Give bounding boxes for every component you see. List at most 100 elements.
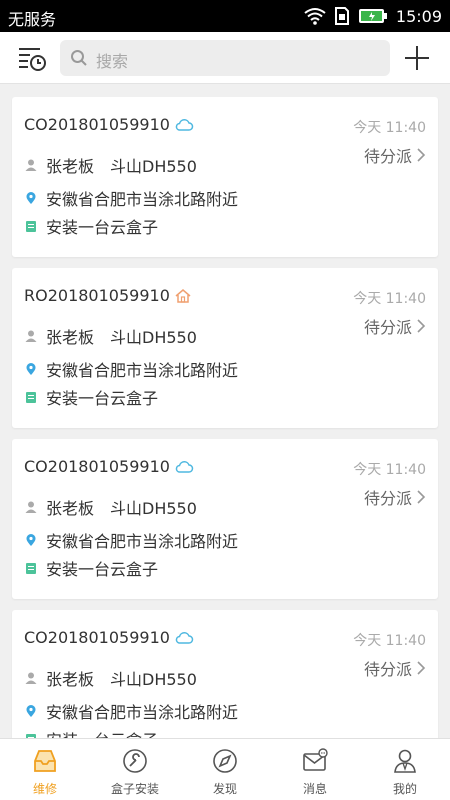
address-text: 安徽省合肥市当涂北路附近	[46, 190, 239, 209]
machine-model: 斗山DH550	[110, 157, 197, 176]
task-text: 安装一台云盒子	[46, 727, 158, 738]
tab-box-install[interactable]: 盒子安装	[90, 739, 180, 800]
repair-tray-icon	[34, 750, 56, 772]
note-icon	[26, 221, 36, 232]
person-icon	[25, 672, 37, 684]
note-icon	[26, 563, 36, 574]
list-clock-icon	[19, 48, 46, 71]
order-time: 今天 11:40	[353, 291, 426, 307]
order-status[interactable]: 待分派	[364, 143, 426, 167]
order-code-row: CO201801059910	[24, 115, 194, 134]
order-status[interactable]: 待分派	[364, 656, 426, 680]
machine-model: 斗山DH550	[110, 328, 197, 347]
tab-label: 维修	[32, 782, 57, 796]
task-text: 安装一台云盒子	[46, 560, 159, 579]
top-bar: 搜索	[0, 32, 450, 84]
order-code: CO201801059910	[24, 628, 170, 647]
person-icon	[25, 159, 37, 171]
order-card[interactable]: CO201801059910 今天 11:40 待分派 张老板 斗山DH550 …	[12, 439, 438, 599]
order-time: 今天 11:40	[353, 120, 426, 136]
address-row: 安徽省合肥市当涂北路附近	[24, 699, 238, 723]
search-placeholder: 搜索	[96, 52, 129, 71]
address-text: 安徽省合肥市当涂北路附近	[46, 532, 239, 551]
order-card[interactable]: CO201801059910 今天 11:40 待分派 张老板 斗山DH550 …	[12, 610, 438, 738]
clock-time: 15:09	[395, 6, 442, 26]
history-button[interactable]	[16, 42, 48, 74]
message-icon	[303, 748, 328, 771]
order-card[interactable]: CO201801059910 今天 11:40 待分派 张老板 斗山DH550 …	[12, 97, 438, 257]
address-row: 安徽省合肥市当涂北路附近	[24, 357, 238, 381]
task-row: 安装一台云盒子	[24, 385, 158, 409]
order-status[interactable]: 待分派	[364, 485, 426, 509]
person-icon	[25, 501, 37, 513]
chevron-right-icon	[417, 148, 426, 162]
tab-mine[interactable]: 我的	[360, 739, 450, 800]
search-icon	[71, 50, 87, 66]
order-status[interactable]: 待分派	[364, 314, 426, 338]
task-text: 安装一台云盒子	[46, 389, 159, 408]
tab-label: 发现	[212, 782, 237, 796]
sim-card-icon	[334, 7, 349, 25]
task-text: 安装一台云盒子	[46, 218, 159, 237]
status-icons: 15:09	[304, 6, 442, 26]
address-text: 安徽省合肥市当涂北路附近	[46, 361, 239, 380]
order-time: 今天 11:40	[353, 462, 426, 478]
address-row: 安徽省合肥市当涂北路附近	[24, 528, 238, 552]
customer-name: 张老板	[46, 670, 95, 689]
tab-label: 盒子安装	[110, 782, 159, 796]
tab-repair[interactable]: 维修	[0, 739, 90, 800]
order-status-label: 待分派	[363, 147, 412, 166]
order-code-row: RO201801059910	[24, 286, 192, 305]
address-text: 安徽省合肥市当涂北路附近	[46, 703, 239, 722]
search-input[interactable]: 搜索	[60, 40, 390, 76]
order-code-row: CO201801059910	[24, 628, 194, 647]
tab-discover[interactable]: 发现	[180, 739, 270, 800]
location-pin-icon	[26, 705, 36, 717]
plus-icon	[405, 46, 429, 70]
order-code: CO201801059910	[24, 115, 170, 134]
tab-messages[interactable]: 消息	[270, 739, 360, 800]
cloud-icon	[175, 118, 194, 131]
order-list[interactable]: CO201801059910 今天 11:40 待分派 张老板 斗山DH550 …	[0, 84, 450, 738]
chevron-right-icon	[417, 661, 426, 675]
add-button[interactable]	[402, 43, 432, 73]
customer-name: 张老板	[46, 328, 95, 347]
customer-row: 张老板 斗山DH550	[24, 495, 197, 519]
tab-label: 消息	[302, 782, 327, 796]
wrench-icon	[123, 749, 147, 773]
location-pin-icon	[26, 192, 36, 204]
address-row: 安徽省合肥市当涂北路附近	[24, 186, 238, 210]
order-status-label: 待分派	[363, 489, 412, 508]
status-bar: 无服务 15:09	[0, 0, 450, 32]
chevron-right-icon	[417, 490, 426, 504]
cloud-icon	[175, 460, 194, 473]
cloud-icon	[175, 631, 194, 644]
task-row: 安装一台云盒子	[24, 727, 158, 738]
order-code: RO201801059910	[24, 286, 170, 305]
order-status-label: 待分派	[363, 660, 412, 679]
user-icon	[394, 749, 416, 773]
order-time: 今天 11:40	[353, 633, 426, 649]
bottom-tab-bar: 维修 盒子安装 发现 消息 我的	[0, 738, 450, 800]
task-row: 安装一台云盒子	[24, 556, 158, 580]
machine-model: 斗山DH550	[110, 670, 197, 689]
order-status-label: 待分派	[363, 318, 412, 337]
customer-row: 张老板 斗山DH550	[24, 324, 197, 348]
order-card[interactable]: RO201801059910 今天 11:40 待分派 张老板 斗山DH550 …	[12, 268, 438, 428]
customer-name: 张老板	[46, 499, 95, 518]
location-pin-icon	[26, 534, 36, 546]
chevron-right-icon	[417, 319, 426, 333]
customer-row: 张老板 斗山DH550	[24, 153, 197, 177]
task-row: 安装一台云盒子	[24, 214, 158, 238]
person-icon	[25, 330, 37, 342]
wifi-icon	[304, 8, 326, 25]
note-icon	[26, 392, 36, 403]
customer-name: 张老板	[46, 157, 95, 176]
compass-icon	[213, 749, 237, 773]
house-icon	[175, 288, 191, 303]
order-code: CO201801059910	[24, 457, 170, 476]
machine-model: 斗山DH550	[110, 499, 197, 518]
customer-row: 张老板 斗山DH550	[24, 666, 197, 690]
location-pin-icon	[26, 363, 36, 375]
tab-label: 我的	[392, 782, 417, 796]
